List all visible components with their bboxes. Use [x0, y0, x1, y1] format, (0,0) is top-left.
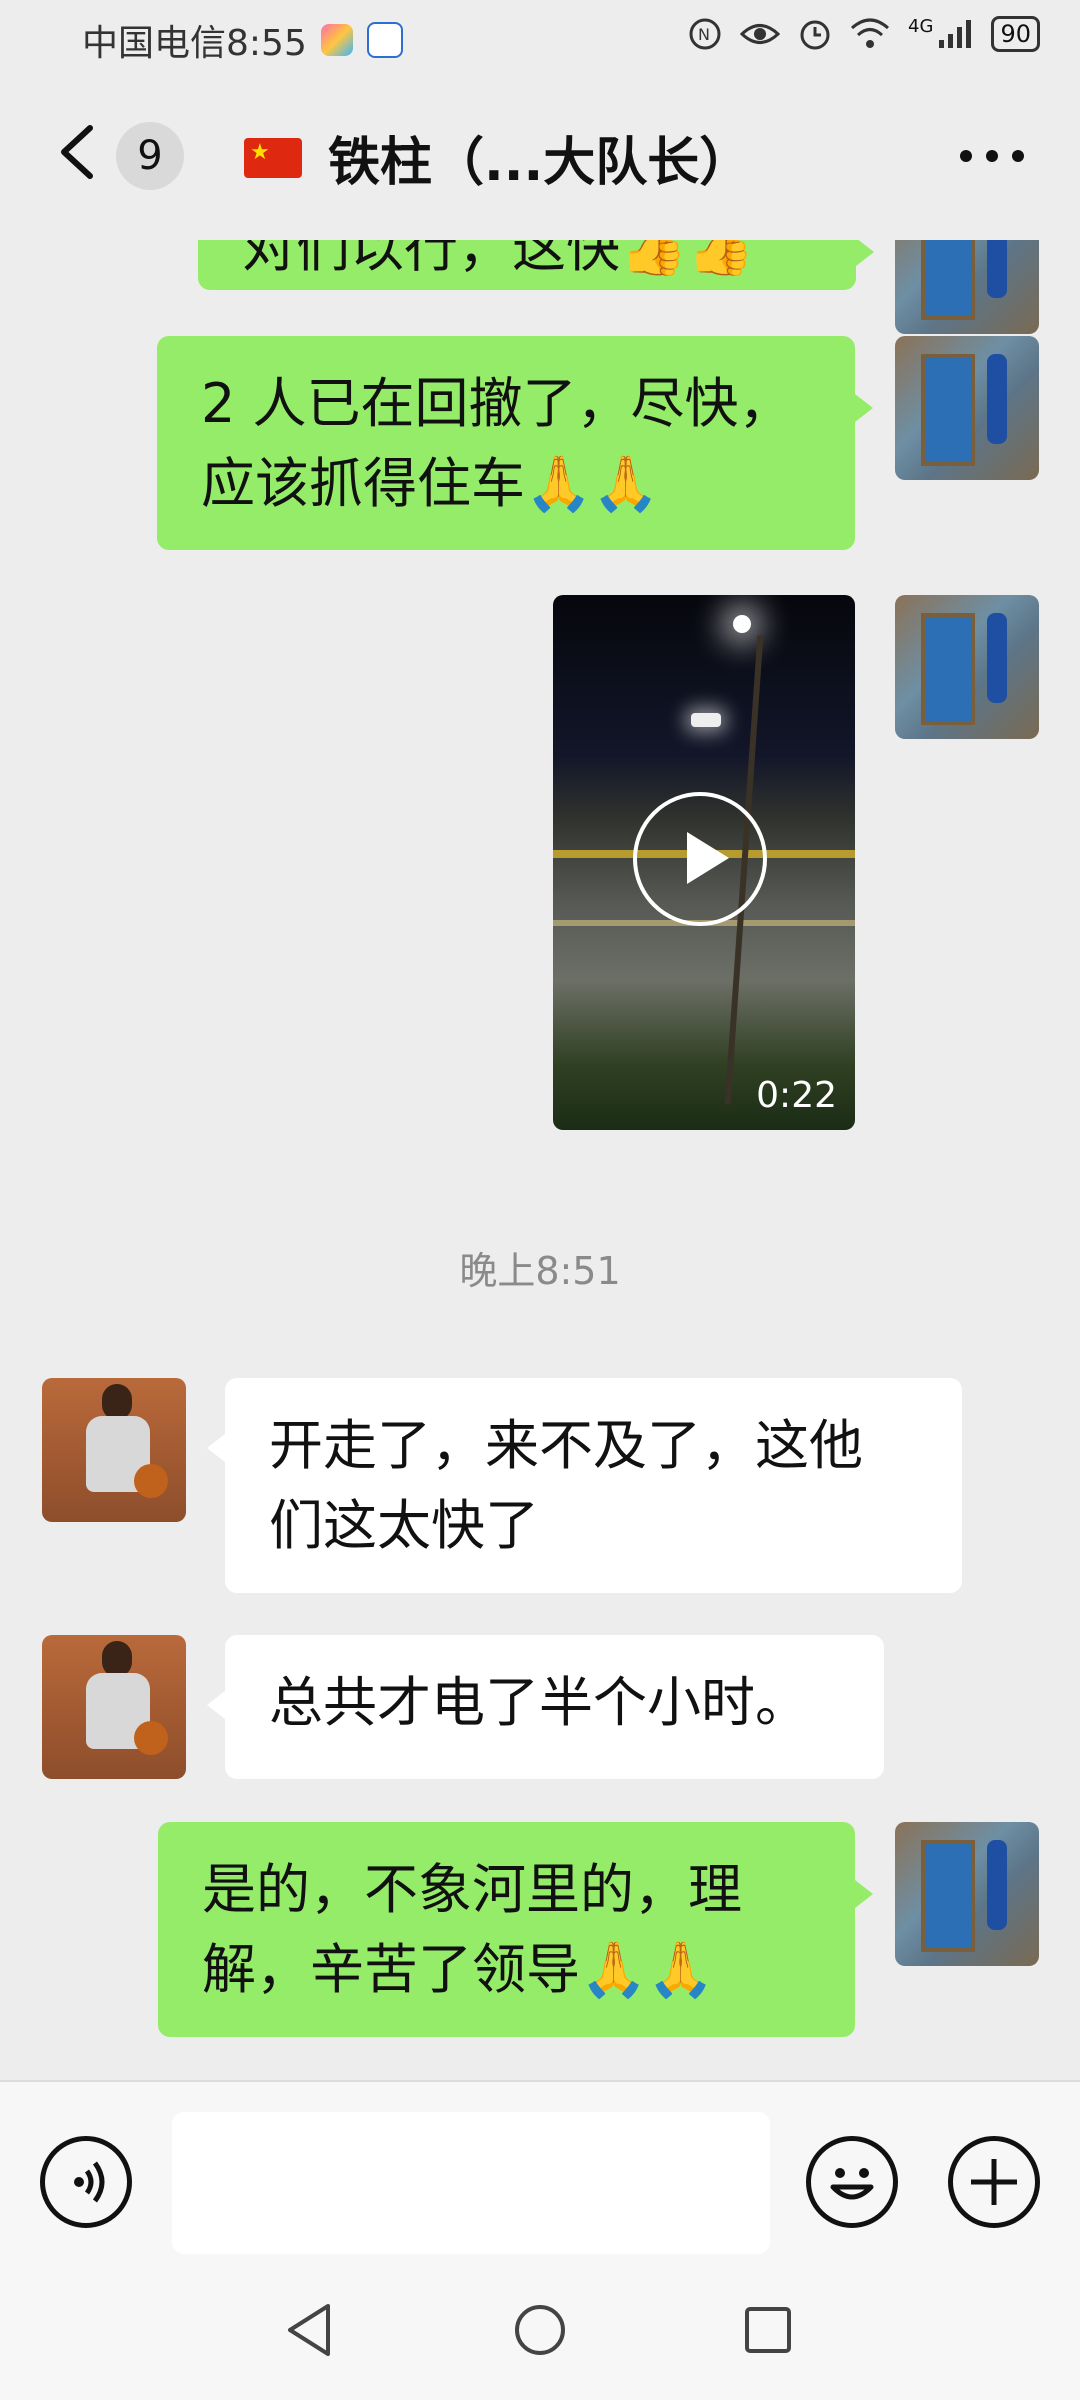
- message-bubble-other[interactable]: 开走了，来不及了，这他 们这太快了: [207, 1378, 962, 1593]
- app-notification-icon: [320, 24, 353, 56]
- message-text-line: 是的，不象河里的，理: [202, 1858, 742, 1921]
- status-bar: 中国电信8:55 N 4G 90: [0, 0, 1080, 72]
- bank-notification-icon: [366, 22, 403, 58]
- play-icon[interactable]: [633, 792, 767, 926]
- recents-square-icon[interactable]: [742, 2304, 794, 2356]
- video-message[interactable]: 0:22: [553, 595, 855, 1130]
- message-bubble-me[interactable]: 是的，不象河里的，理 解，辛苦了领导🙏🙏: [158, 1822, 873, 2037]
- back-arrow-icon[interactable]: [50, 122, 110, 182]
- status-right: N 4G 90: [688, 16, 1040, 52]
- message-bubble-me[interactable]: 2 人已在回撤了，尽快， 应该抓得住车🙏🙏: [157, 336, 873, 550]
- message-text-line: 2 人已在回撤了，尽快，: [201, 372, 793, 435]
- message-text-line: 解，辛苦了领导🙏🙏: [202, 1938, 715, 2001]
- contact-avatar[interactable]: [42, 1378, 186, 1522]
- message-text-line: 总共才电了半个小时。: [269, 1671, 809, 1734]
- eye-icon: [740, 24, 781, 44]
- network-type: 4G: [908, 15, 934, 37]
- message-bubble-other[interactable]: 总共才电了半个小时。: [207, 1635, 884, 1779]
- wifi-icon: [851, 18, 890, 48]
- message-input[interactable]: [172, 2112, 770, 2254]
- voice-icon: [74, 2161, 105, 2203]
- message-text-line: 们这太快了: [269, 1494, 539, 1557]
- message-text-line: 开走了，来不及了，这他: [269, 1414, 863, 1477]
- voice-input-button[interactable]: [40, 2136, 132, 2228]
- my-avatar[interactable]: [895, 1822, 1039, 1966]
- message-list[interactable]: 对们以行，这快👍👍 2 人已在回撤了，尽快， 应该抓得住车🙏🙏 0:22 晚上8…: [0, 240, 1080, 2080]
- emoji-button[interactable]: [806, 2136, 898, 2228]
- system-navigation-bar: [0, 2260, 1080, 2400]
- message-bubble-me[interactable]: 对们以行，这快👍👍: [198, 240, 874, 290]
- input-bar: [0, 2080, 1080, 2262]
- nfc-icon: N: [689, 18, 721, 50]
- message-text: 对们以行，这快👍👍: [242, 240, 755, 279]
- more-options-icon[interactable]: [960, 150, 1024, 162]
- chat-header: 9 ★ 铁柱（...大队长）: [0, 72, 1080, 240]
- my-avatar[interactable]: [895, 595, 1039, 739]
- my-avatar[interactable]: [895, 336, 1039, 480]
- more-functions-button[interactable]: [948, 2136, 1040, 2228]
- chat-title: ★ 铁柱（...大队长）: [244, 120, 751, 195]
- my-avatar[interactable]: [895, 240, 1039, 334]
- status-left: 中国电信8:55: [82, 14, 403, 66]
- time-separator: 晚上8:51: [459, 1249, 621, 1293]
- battery-indicator: 90: [991, 16, 1040, 52]
- plus-icon: [971, 2159, 1017, 2205]
- svg-text:N: N: [698, 25, 710, 44]
- carrier-time: 中国电信8:55: [82, 23, 307, 64]
- contact-avatar[interactable]: [42, 1635, 186, 1779]
- unread-count-badge[interactable]: 9: [116, 122, 184, 190]
- back-triangle-icon[interactable]: [282, 2302, 336, 2358]
- message-text-line: 应该抓得住车🙏🙏: [201, 452, 660, 515]
- chat-title-text: 铁柱（...大队长）: [328, 133, 752, 193]
- china-flag-icon: ★: [244, 137, 302, 178]
- home-circle-icon[interactable]: [512, 2302, 568, 2358]
- smiley-icon: [830, 2168, 874, 2200]
- signal-icon: [939, 20, 972, 48]
- alarm-icon: [800, 20, 830, 50]
- video-duration: 0:22: [756, 1075, 837, 1116]
